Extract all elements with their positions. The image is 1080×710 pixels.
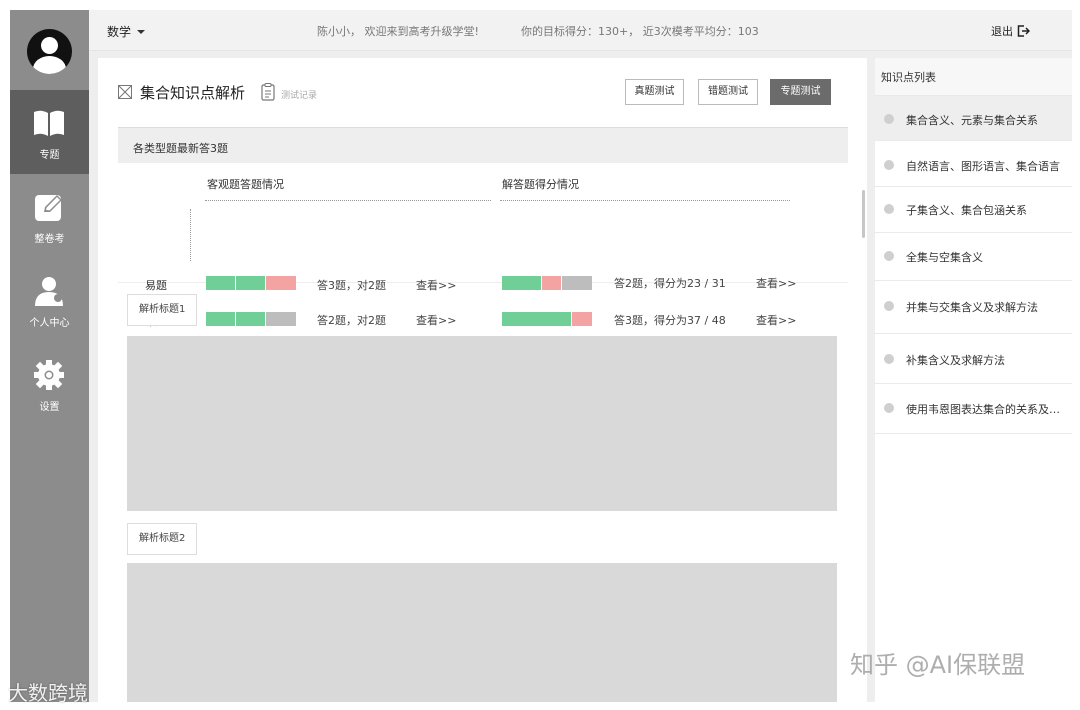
knowledge-item[interactable]: 并集与交集含义及求解方法 (875, 281, 1072, 334)
bar-segment-score (502, 312, 572, 326)
bullet-dot (884, 354, 894, 364)
sidebar: 专题 整卷考 个人中心 设置 (10, 10, 89, 702)
bar-segment-correct (206, 276, 236, 290)
logout-label: 退出 (991, 25, 1013, 38)
user-icon (35, 277, 63, 306)
logout-icon (1017, 25, 1031, 37)
bar-segment-unanswered (266, 312, 296, 326)
knowledge-item[interactable]: 集合含义、元素与集合关系 (875, 96, 1072, 141)
watermark-left: 大数跨境 (8, 681, 88, 705)
knowledge-item[interactable]: 补集含义及求解方法 (875, 334, 1072, 384)
analysis-content-1 (127, 336, 837, 511)
bar-segment-correct (206, 312, 236, 326)
bullet-dot (884, 301, 894, 311)
top-bar: 数学 陈小小， 欢迎来到高考升级学堂! 你的目标得分：130+， 近3次模考平均… (89, 10, 1072, 51)
bar-segment-unanswered (562, 276, 592, 290)
gear-icon (34, 360, 64, 390)
sidebar-item-label: 专题 (39, 150, 60, 161)
avatar-body (33, 56, 66, 74)
knowledge-item-label: 使用韦恩图表达集合的关系及运算 (906, 403, 1066, 416)
subjective-text-easy: 答2题，得分为23 / 31 (614, 277, 726, 290)
knowledge-list-title: 知识点列表 (881, 71, 936, 84)
bullet-dot (884, 251, 894, 261)
sidebar-item-full-exam[interactable]: 整卷考 (10, 174, 89, 258)
wrong-question-test-button[interactable]: 错题测试 (698, 79, 758, 105)
knowledge-item-label: 并集与交集含义及求解方法 (906, 301, 1038, 314)
knowledge-item[interactable]: 自然语言、图形语言、集合语言 (875, 141, 1072, 187)
avatar[interactable] (27, 29, 72, 74)
bar-segment-correct (236, 276, 266, 290)
knowledge-item[interactable]: 全集与空集含义 (875, 233, 1072, 281)
clipboard-icon[interactable] (261, 83, 275, 101)
objective-bar-easy (206, 276, 296, 290)
avatar-head (41, 37, 58, 54)
subject-label: 数学 (107, 25, 132, 39)
bar-segment-lost (572, 312, 592, 326)
knowledge-item-label: 全集与空集含义 (906, 251, 983, 264)
row-label-easy: 易题 (145, 279, 167, 292)
bar-segment-correct (236, 312, 266, 326)
sidebar-item-topics[interactable]: 专题 (10, 90, 89, 174)
main-panel: 集合知识点解析 测试记录 真题测试 错题测试 专题测试 各类型题最新答3题 客观… (98, 58, 867, 702)
bar-segment-score (502, 276, 542, 290)
chevron-down-icon (137, 30, 146, 34)
analysis-content-2 (127, 563, 837, 702)
logout-button[interactable]: 退出 (991, 23, 1031, 39)
target-score-text: 你的目标得分：130+， 近3次模考平均分：103 (521, 25, 759, 38)
divider (190, 209, 191, 261)
book-icon (34, 110, 64, 136)
knowledge-item-label: 子集含义、集合包涵关系 (906, 204, 1027, 217)
knowledge-item-label: 自然语言、图形语言、集合语言 (906, 160, 1060, 173)
image-placeholder-icon (118, 85, 132, 99)
objective-bar-hard (206, 312, 296, 326)
sidebar-item-label: 整卷考 (34, 234, 65, 245)
view-subjective-easy-link[interactable]: 查看>> (756, 275, 796, 291)
knowledge-list-header: 知识点列表 (875, 58, 1072, 96)
bullet-dot (884, 403, 894, 413)
scrollbar[interactable] (862, 190, 865, 238)
divider (500, 200, 790, 201)
subjective-bar-easy (502, 276, 592, 290)
subjective-header: 解答题得分情况 (502, 178, 579, 191)
view-objective-hard-link[interactable]: 查看>> (416, 312, 456, 328)
subjective-text-hard: 答3题，得分为37 / 48 (614, 314, 726, 327)
view-objective-easy-link[interactable]: 查看>> (416, 277, 456, 293)
view-subjective-hard-link[interactable]: 查看>> (756, 312, 796, 328)
watermark-right: 知乎 @AI保联盟 (850, 651, 1026, 679)
subject-selector[interactable]: 数学 (107, 23, 146, 40)
divider (205, 200, 491, 201)
analysis-title-2-button[interactable]: 解析标题2 (127, 523, 198, 555)
sidebar-item-label: 设置 (39, 402, 60, 413)
bullet-dot (884, 160, 894, 170)
knowledge-item-label: 补集含义及求解方法 (906, 354, 1005, 367)
objective-text-hard: 答2题，对2题 (317, 314, 386, 327)
subjective-bar-hard (502, 312, 592, 326)
topic-test-button[interactable]: 专题测试 (770, 79, 831, 105)
real-exam-test-button[interactable]: 真题测试 (625, 79, 684, 105)
knowledge-item[interactable]: 子集含义、集合包涵关系 (875, 187, 1072, 233)
summary-title: 各类型题最新答3题 (133, 142, 228, 155)
sidebar-item-profile[interactable]: 个人中心 (10, 258, 89, 342)
bar-segment-lost (542, 276, 562, 290)
sidebar-item-settings[interactable]: 设置 (10, 342, 89, 426)
page-title: 集合知识点解析 (140, 84, 246, 102)
knowledge-list: 知识点列表 集合含义、元素与集合关系 自然语言、图形语言、集合语言 子集含义、集… (875, 58, 1072, 702)
knowledge-item-label: 集合含义、元素与集合关系 (906, 114, 1038, 127)
welcome-text: 陈小小， 欢迎来到高考升级学堂! (317, 25, 479, 38)
sidebar-item-label: 个人中心 (29, 318, 70, 329)
edit-icon (35, 195, 62, 221)
bar-segment-wrong (266, 276, 296, 290)
answer-stats: 客观题答题情况 解答题得分情况 易题 答3题，对2题 查看>> 答2题，得分为2… (118, 163, 848, 328)
test-record-link[interactable]: 测试记录 (281, 88, 317, 101)
bullet-dot (884, 204, 894, 214)
summary-header: 各类型题最新答3题 (118, 127, 848, 163)
objective-text-easy: 答3题，对2题 (317, 279, 386, 292)
knowledge-item[interactable]: 使用韦恩图表达集合的关系及运算 (875, 384, 1072, 434)
bullet-dot (884, 114, 894, 124)
analysis-title-1-button[interactable]: 解析标题1 (127, 294, 198, 326)
objective-header: 客观题答题情况 (207, 178, 284, 191)
